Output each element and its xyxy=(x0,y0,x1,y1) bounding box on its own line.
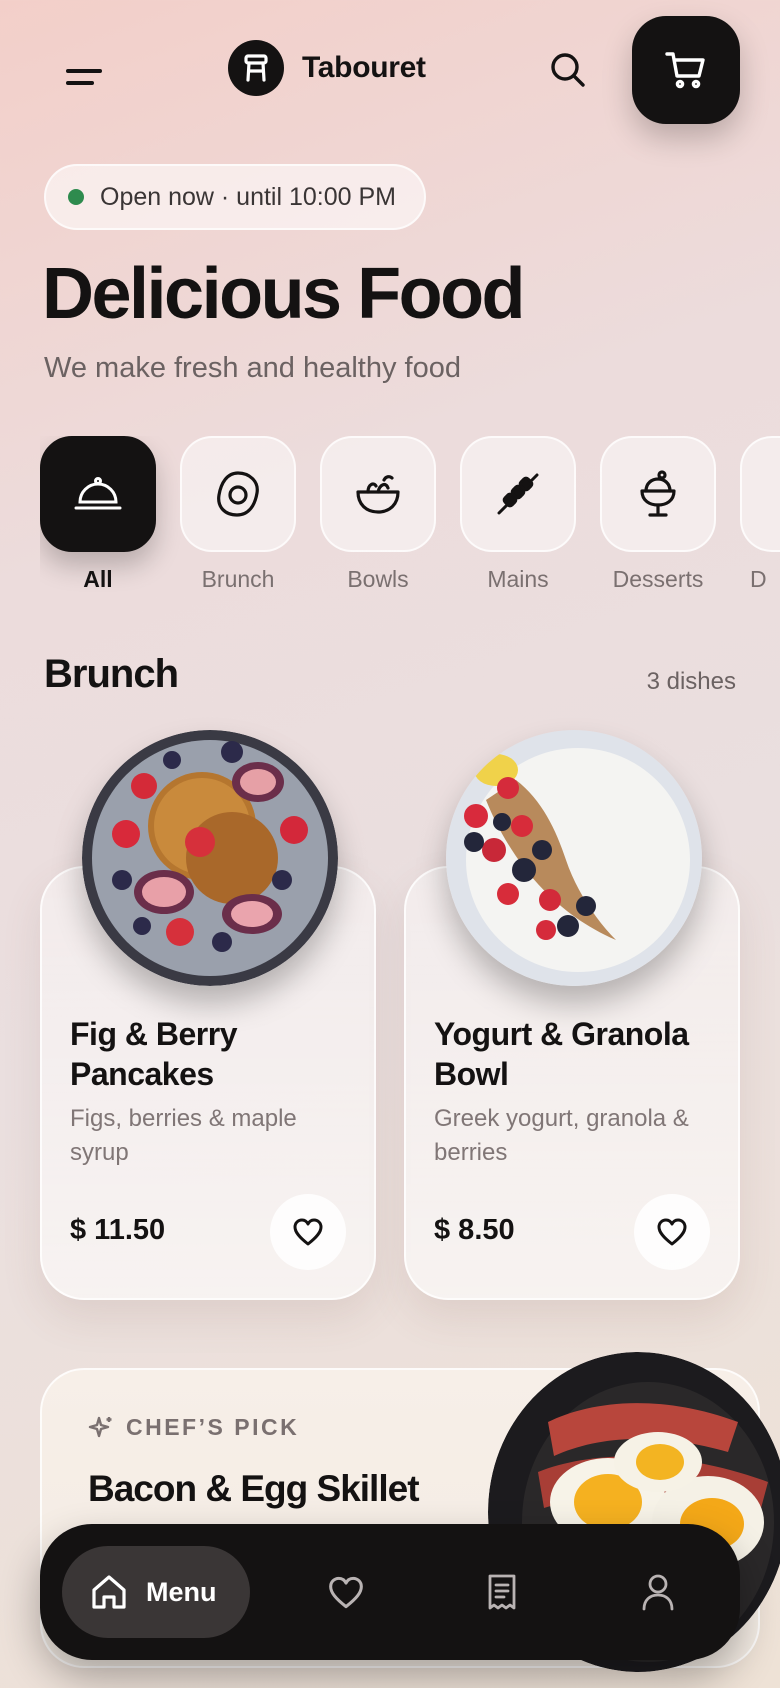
sparkle-icon xyxy=(88,1416,112,1437)
app-header: Tabouret xyxy=(0,16,780,124)
heart-icon xyxy=(293,1218,323,1246)
menu-button[interactable] xyxy=(58,56,112,96)
dish-name: Fig & Berry Pancakes xyxy=(70,1016,237,1092)
category-desserts[interactable]: Desserts xyxy=(600,436,716,593)
yogurt-bowl-image xyxy=(446,730,702,986)
dish-description: Greek yogurt, granola & berries xyxy=(434,1105,689,1166)
home-icon xyxy=(92,1575,126,1609)
dish-price: $ 8.50 xyxy=(434,1214,515,1246)
status-dot xyxy=(68,189,84,205)
category-label: Brunch xyxy=(201,566,275,592)
nav-menu-label: Menu xyxy=(146,1576,217,1607)
nav-favorites-tab[interactable] xyxy=(322,1568,370,1616)
category-bowls[interactable]: Bowls xyxy=(320,436,436,593)
page-subtitle: We make fresh and healthy food xyxy=(44,352,461,384)
category-mains[interactable]: Mains xyxy=(460,436,576,593)
dish-description: Figs, berries & maple syrup xyxy=(70,1105,297,1166)
skewer-icon xyxy=(497,473,539,515)
category-tile xyxy=(320,436,436,552)
section-title: Brunch xyxy=(44,652,179,696)
search-icon xyxy=(551,53,585,87)
dish-price: $ 11.50 xyxy=(70,1214,166,1246)
receipt-icon xyxy=(488,1574,516,1610)
chefs-pick-label: CHEF’S PICK xyxy=(126,1414,300,1440)
category-label: All xyxy=(83,566,113,592)
brand: Tabouret xyxy=(228,40,426,96)
bottom-navigation: Menu xyxy=(40,1524,740,1660)
category-label: Bowls xyxy=(347,566,409,592)
pancakes-image xyxy=(82,730,338,986)
dish-card-fig-berry-pancakes[interactable]: Fig & Berry Pancakes Figs, berries & map… xyxy=(40,730,376,1300)
cart-icon xyxy=(665,52,705,89)
user-icon xyxy=(642,1574,674,1611)
nav-menu-tab[interactable]: Menu xyxy=(62,1546,250,1638)
category-brunch[interactable]: Brunch xyxy=(180,436,296,593)
open-status-badge: Open now · until 10:00 PM xyxy=(44,164,426,230)
cloche-icon xyxy=(74,477,122,510)
dish-card-yogurt-granola-bowl[interactable]: Yogurt & Granola Bowl Greek yogurt, gran… xyxy=(404,730,740,1300)
brand-name: Tabouret xyxy=(302,51,426,84)
egg-icon xyxy=(217,471,259,517)
category-tile xyxy=(740,436,780,552)
section-count: 3 dishes xyxy=(646,668,736,695)
category-label: Mains xyxy=(487,566,549,592)
category-tile xyxy=(600,436,716,552)
dish-name: Yogurt & Granola Bowl xyxy=(434,1016,689,1092)
stool-icon xyxy=(228,40,284,96)
chefs-pick-title: Bacon & Egg Skillet xyxy=(88,1468,420,1509)
hamburger-icon-line xyxy=(66,81,94,85)
category-all[interactable]: All xyxy=(40,436,156,593)
bowl-icon xyxy=(356,475,400,514)
favorite-button[interactable] xyxy=(634,1194,710,1270)
favorite-button[interactable] xyxy=(270,1194,346,1270)
category-tile xyxy=(40,436,156,552)
heart-icon xyxy=(329,1576,363,1608)
category-label: Desserts xyxy=(612,566,704,592)
hamburger-icon xyxy=(66,69,102,73)
search-button[interactable] xyxy=(544,46,592,94)
category-list: All Brunch Bowls Mains Desserts D xyxy=(40,436,780,606)
category-tile xyxy=(460,436,576,552)
cart-button[interactable] xyxy=(632,16,740,124)
category-drinks[interactable]: D xyxy=(740,436,780,593)
category-tile xyxy=(180,436,296,552)
heart-icon xyxy=(657,1218,687,1246)
ice-cream-icon xyxy=(640,470,676,517)
nav-profile-tab[interactable] xyxy=(634,1568,682,1616)
page-title: Delicious Food xyxy=(42,254,526,334)
nav-orders-tab[interactable] xyxy=(478,1568,526,1616)
chefs-pick-tag: CHEF’S PICK xyxy=(88,1414,299,1441)
status-text: Open now · until 10:00 PM xyxy=(100,182,396,211)
category-label: D xyxy=(750,566,767,592)
